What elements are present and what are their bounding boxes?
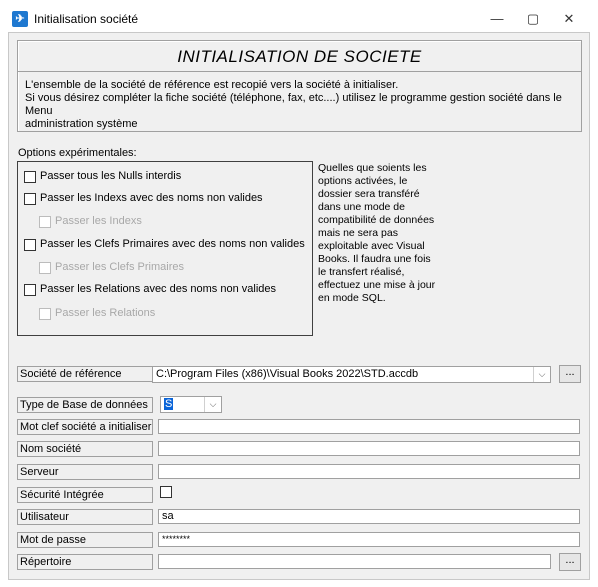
close-button[interactable]: ✕ xyxy=(546,6,592,32)
chevron-down-icon[interactable]: ⌵ xyxy=(533,367,550,382)
window-title: Initialisation société xyxy=(34,12,139,26)
skip-nulls-label: Passer tous les Nulls interdis xyxy=(40,170,182,182)
info-line: le transfert réalisé, xyxy=(318,266,405,278)
reference-company-label: Société de référence xyxy=(17,366,153,382)
page-title: INITIALISATION DE SOCIETE xyxy=(177,47,422,66)
info-line: effectuez une mise à jour xyxy=(318,279,436,291)
db-type-value: S xyxy=(164,398,174,410)
options-info-text: Quelles que soients les options activées… xyxy=(318,162,448,305)
skip-relations-label: Passer les Relations xyxy=(55,307,156,319)
password-label: Mot de passe xyxy=(17,532,153,548)
header-line-1: L'ensemble de la société de référence es… xyxy=(25,79,399,91)
directory-input[interactable] xyxy=(158,554,551,569)
server-input[interactable] xyxy=(158,464,580,479)
company-name-label: Nom société xyxy=(17,441,153,457)
integrated-security-checkbox[interactable] xyxy=(160,486,172,498)
info-line: exploitable avec Visual xyxy=(318,240,425,252)
header-line-3: administration système xyxy=(25,118,138,130)
info-line: dossier sera transféré xyxy=(318,188,420,200)
skip-nulls-checkbox[interactable] xyxy=(24,171,36,183)
directory-label: Répertoire xyxy=(17,554,153,570)
header-line-2: Si vous désirez compléter la fiche socié… xyxy=(25,92,562,117)
skip-primary-keys-checkbox[interactable] xyxy=(39,262,51,274)
skip-primary-keys-label: Passer les Clefs Primaires xyxy=(55,261,184,273)
info-line: Books. Il faudra une fois xyxy=(318,253,431,265)
password-input[interactable]: ******** xyxy=(158,532,580,547)
user-input[interactable]: sa xyxy=(158,509,580,524)
app-icon: ✈ xyxy=(12,11,28,27)
server-label: Serveur xyxy=(17,464,153,480)
user-label: Utilisateur xyxy=(17,509,153,525)
reference-company-combo[interactable]: C:\Program Files (x86)\Visual Books 2022… xyxy=(152,366,551,383)
skip-invalid-primary-keys-label: Passer les Clefs Primaires avec des noms… xyxy=(40,238,305,250)
skip-invalid-relations-label: Passer les Relations avec des noms non v… xyxy=(40,283,277,295)
skip-invalid-primary-keys-checkbox[interactable] xyxy=(24,239,36,251)
info-line: compatibilité de données xyxy=(318,214,435,226)
skip-indexes-label: Passer les Indexs xyxy=(55,215,142,227)
integrated-security-label: Sécurité Intégrée xyxy=(17,487,153,503)
info-line: dans une mode de xyxy=(318,201,405,213)
info-line: mais ne sera pas xyxy=(318,227,398,239)
company-name-input[interactable] xyxy=(158,441,580,456)
header-description: L'ensemble de la société de référence es… xyxy=(25,79,577,131)
skip-invalid-indexes-label: Passer les Indexs avec des noms non vali… xyxy=(40,192,263,204)
skip-invalid-relations-checkbox[interactable] xyxy=(24,284,36,296)
skip-invalid-indexes-checkbox[interactable] xyxy=(24,193,36,205)
company-key-label: Mot clef société a initialiser xyxy=(17,419,153,435)
skip-relations-checkbox[interactable] xyxy=(39,308,51,320)
db-type-label: Type de Base de données xyxy=(17,397,153,413)
chevron-down-icon[interactable]: ⌵ xyxy=(204,397,221,412)
reference-company-value: C:\Program Files (x86)\Visual Books 2022… xyxy=(156,368,419,380)
skip-indexes-checkbox[interactable] xyxy=(39,216,51,228)
directory-browse-button[interactable]: ... xyxy=(559,553,581,571)
info-line: en mode SQL. xyxy=(318,292,386,304)
company-key-input[interactable] xyxy=(158,419,580,434)
info-line: options activées, le xyxy=(318,175,408,187)
options-label: Options expérimentales: xyxy=(18,147,137,159)
info-line: Quelles que soients les xyxy=(318,162,427,174)
reference-browse-button[interactable]: ... xyxy=(559,365,581,383)
header-divider xyxy=(18,71,581,72)
